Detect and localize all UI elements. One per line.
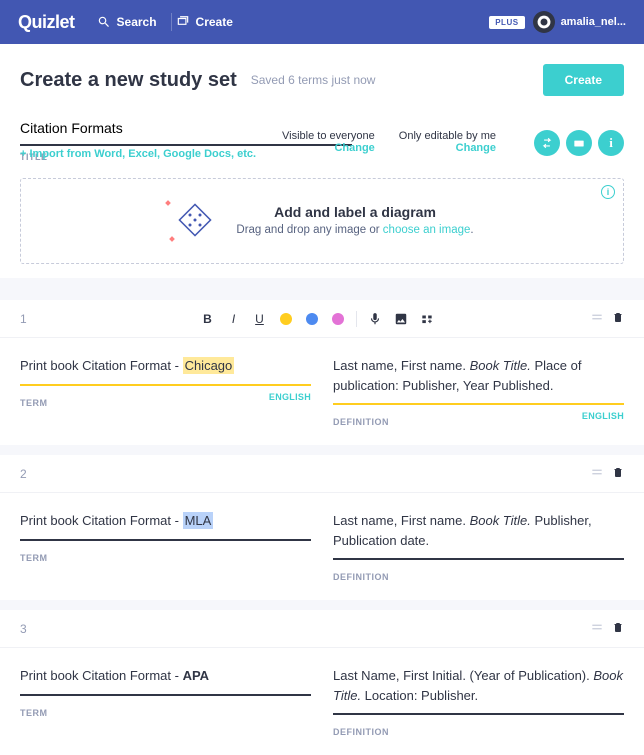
definition-language[interactable]: ENGLISH — [582, 411, 624, 427]
image-button[interactable] — [393, 311, 409, 327]
more-button[interactable] — [419, 311, 435, 327]
diagram-title: Add and label a diagram — [236, 204, 473, 220]
term-card: 1 B I U Print book Citation Format - Chi… — [0, 300, 644, 445]
info-button[interactable]: i — [598, 130, 624, 156]
definition-input[interactable]: Last name, First name. Book Title. Publi… — [333, 511, 624, 560]
card-number: 1 — [20, 312, 44, 326]
delete-button[interactable] — [612, 620, 624, 637]
image-icon — [394, 312, 408, 326]
drag-icon — [590, 465, 604, 479]
drag-handle[interactable] — [590, 310, 604, 327]
term-card: 3 Print book Citation Format - APA TERM … — [0, 610, 644, 755]
import-link[interactable]: + Import from Word, Excel, Google Docs, … — [20, 148, 256, 160]
underline-button[interactable]: U — [252, 311, 268, 327]
info-icon: i — [609, 135, 613, 151]
username[interactable]: amalia_nel... — [561, 16, 626, 28]
visibility-block: Visible to everyone Change — [282, 130, 375, 156]
trash-icon — [612, 465, 624, 479]
delete-button[interactable] — [612, 310, 624, 327]
nav-search[interactable]: Search — [97, 15, 157, 29]
term-input[interactable]: Print book Citation Format - Chicago — [20, 356, 311, 386]
keyboard-icon — [572, 136, 586, 150]
keyboard-button[interactable] — [566, 130, 592, 156]
term-language[interactable]: ENGLISH — [269, 392, 311, 408]
definition-input[interactable]: Last name, First name. Book Title. Place… — [333, 356, 624, 405]
bold-button[interactable]: B — [200, 311, 216, 327]
page-title: Create a new study set — [20, 69, 237, 92]
swap-icon — [540, 136, 554, 150]
save-status: Saved 6 terms just now — [251, 73, 376, 87]
mic-button[interactable] — [367, 311, 383, 327]
avatar-icon — [537, 15, 551, 29]
trash-icon — [612, 620, 624, 634]
definition-label: DEFINITION — [333, 572, 389, 582]
plus-badge: PLUS — [489, 16, 524, 29]
drag-handle[interactable] — [590, 465, 604, 482]
editable-label: Only editable by me — [399, 130, 496, 142]
trash-icon — [612, 310, 624, 324]
term-label: TERM — [20, 398, 48, 408]
diagram-art-icon — [170, 195, 220, 245]
choose-image-link[interactable]: choose an image — [383, 224, 471, 236]
format-toolbar: B I U — [44, 311, 590, 327]
nav-create[interactable]: Create — [176, 15, 233, 29]
drag-icon — [590, 310, 604, 324]
delete-button[interactable] — [612, 465, 624, 482]
drag-icon — [590, 620, 604, 634]
top-nav: Quizlet Search Create PLUS amalia_nel... — [0, 0, 644, 44]
search-icon — [97, 15, 111, 29]
diagram-subtitle: Drag and drop any image or choose an ima… — [236, 224, 473, 236]
nav-separator — [171, 13, 172, 31]
definition-label: DEFINITION — [333, 417, 389, 427]
visibility-label: Visible to everyone — [282, 130, 375, 142]
drag-handle[interactable] — [590, 620, 604, 637]
term-label: TERM — [20, 553, 48, 563]
visibility-change[interactable]: Change — [282, 142, 375, 154]
create-button[interactable]: Create — [543, 64, 624, 96]
mic-icon — [368, 312, 382, 326]
diagram-info-icon[interactable]: i — [601, 185, 615, 199]
nav-search-label: Search — [117, 15, 157, 29]
term-input[interactable]: Print book Citation Format - MLA — [20, 511, 311, 541]
term-input[interactable]: Print book Citation Format - APA — [20, 666, 311, 696]
logo[interactable]: Quizlet — [18, 12, 75, 33]
editable-block: Only editable by me Change — [399, 130, 496, 156]
avatar[interactable] — [533, 11, 555, 33]
create-icon — [176, 15, 190, 29]
highlight-blue[interactable] — [304, 311, 320, 327]
definition-label: DEFINITION — [333, 727, 389, 737]
highlight-yellow[interactable] — [278, 311, 294, 327]
toolbar-separator — [356, 311, 357, 327]
nav-create-label: Create — [196, 15, 233, 29]
page-header: Create a new study set Saved 6 terms jus… — [0, 44, 644, 278]
highlight-pink[interactable] — [330, 311, 346, 327]
editable-change[interactable]: Change — [399, 142, 496, 154]
card-number: 2 — [20, 467, 44, 481]
swap-button[interactable] — [534, 130, 560, 156]
card-number: 3 — [20, 622, 44, 636]
definition-input[interactable]: Last Name, First Initial. (Year of Publi… — [333, 666, 624, 715]
italic-button[interactable]: I — [226, 311, 242, 327]
term-card: 2 Print book Citation Format - MLA TERM … — [0, 455, 644, 600]
more-icon — [420, 312, 434, 326]
term-label: TERM — [20, 708, 48, 718]
diagram-dropzone[interactable]: i Add and label a diagram Drag and drop … — [20, 178, 624, 264]
